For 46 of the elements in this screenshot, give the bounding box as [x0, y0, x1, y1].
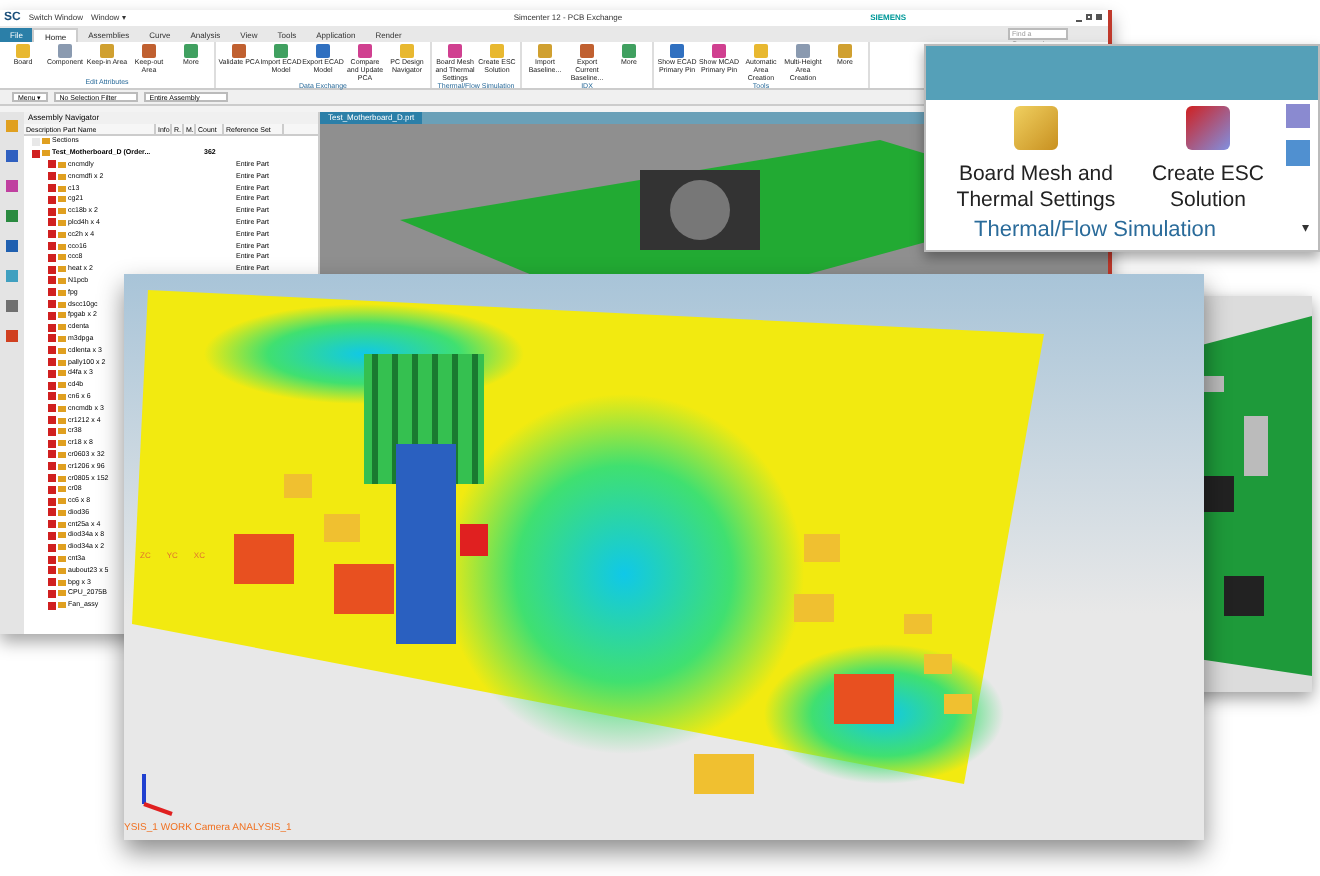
- checkbox[interactable]: [48, 160, 56, 169]
- checkbox[interactable]: [48, 416, 56, 425]
- axis-triad-icon: [142, 774, 173, 816]
- checkbox[interactable]: [32, 149, 40, 158]
- checkbox[interactable]: [48, 369, 56, 378]
- checkbox[interactable]: [48, 300, 56, 309]
- checkbox[interactable]: [48, 346, 56, 355]
- checkbox[interactable]: [48, 601, 56, 610]
- window-controls-icon[interactable]: [1076, 14, 1104, 22]
- checkbox[interactable]: [48, 462, 56, 471]
- checkbox[interactable]: [48, 265, 56, 274]
- checkbox[interactable]: [48, 276, 56, 285]
- checkbox[interactable]: [48, 392, 56, 401]
- group-label: Thermal/Flow Simulation: [974, 215, 1217, 245]
- checkbox[interactable]: [48, 172, 56, 181]
- checkbox[interactable]: [48, 404, 56, 413]
- checkbox[interactable]: [48, 381, 56, 390]
- checkbox[interactable]: [48, 497, 56, 506]
- checkbox[interactable]: [48, 566, 56, 575]
- checkbox[interactable]: [48, 358, 56, 367]
- checkbox[interactable]: [48, 474, 56, 482]
- checkbox[interactable]: [48, 485, 56, 494]
- checkbox[interactable]: [48, 555, 56, 564]
- checkbox[interactable]: [48, 508, 56, 517]
- checkbox[interactable]: [48, 184, 56, 193]
- checkbox[interactable]: [48, 323, 56, 332]
- checkbox[interactable]: [48, 531, 56, 540]
- checkbox[interactable]: [48, 334, 56, 343]
- checkbox[interactable]: [48, 207, 56, 216]
- checkbox[interactable]: [48, 253, 56, 262]
- checkbox[interactable]: [48, 242, 56, 251]
- checkbox[interactable]: [48, 578, 56, 587]
- checkbox[interactable]: [48, 288, 56, 297]
- checkbox[interactable]: [48, 195, 56, 204]
- checkbox[interactable]: [48, 589, 56, 598]
- checkbox[interactable]: [48, 311, 56, 320]
- checkbox[interactable]: [48, 439, 56, 448]
- checkbox[interactable]: [48, 543, 56, 552]
- checkbox[interactable]: [48, 218, 56, 227]
- checkbox[interactable]: [48, 520, 56, 529]
- ribbon-button[interactable]: Board Mesh and Thermal Settings: [934, 103, 1138, 213]
- checkbox[interactable]: [48, 450, 56, 459]
- checkbox[interactable]: [48, 230, 56, 239]
- checkbox[interactable]: [48, 427, 56, 436]
- ribbon-button[interactable]: Create ESC Solution: [1145, 103, 1270, 213]
- checkbox[interactable]: [32, 137, 40, 146]
